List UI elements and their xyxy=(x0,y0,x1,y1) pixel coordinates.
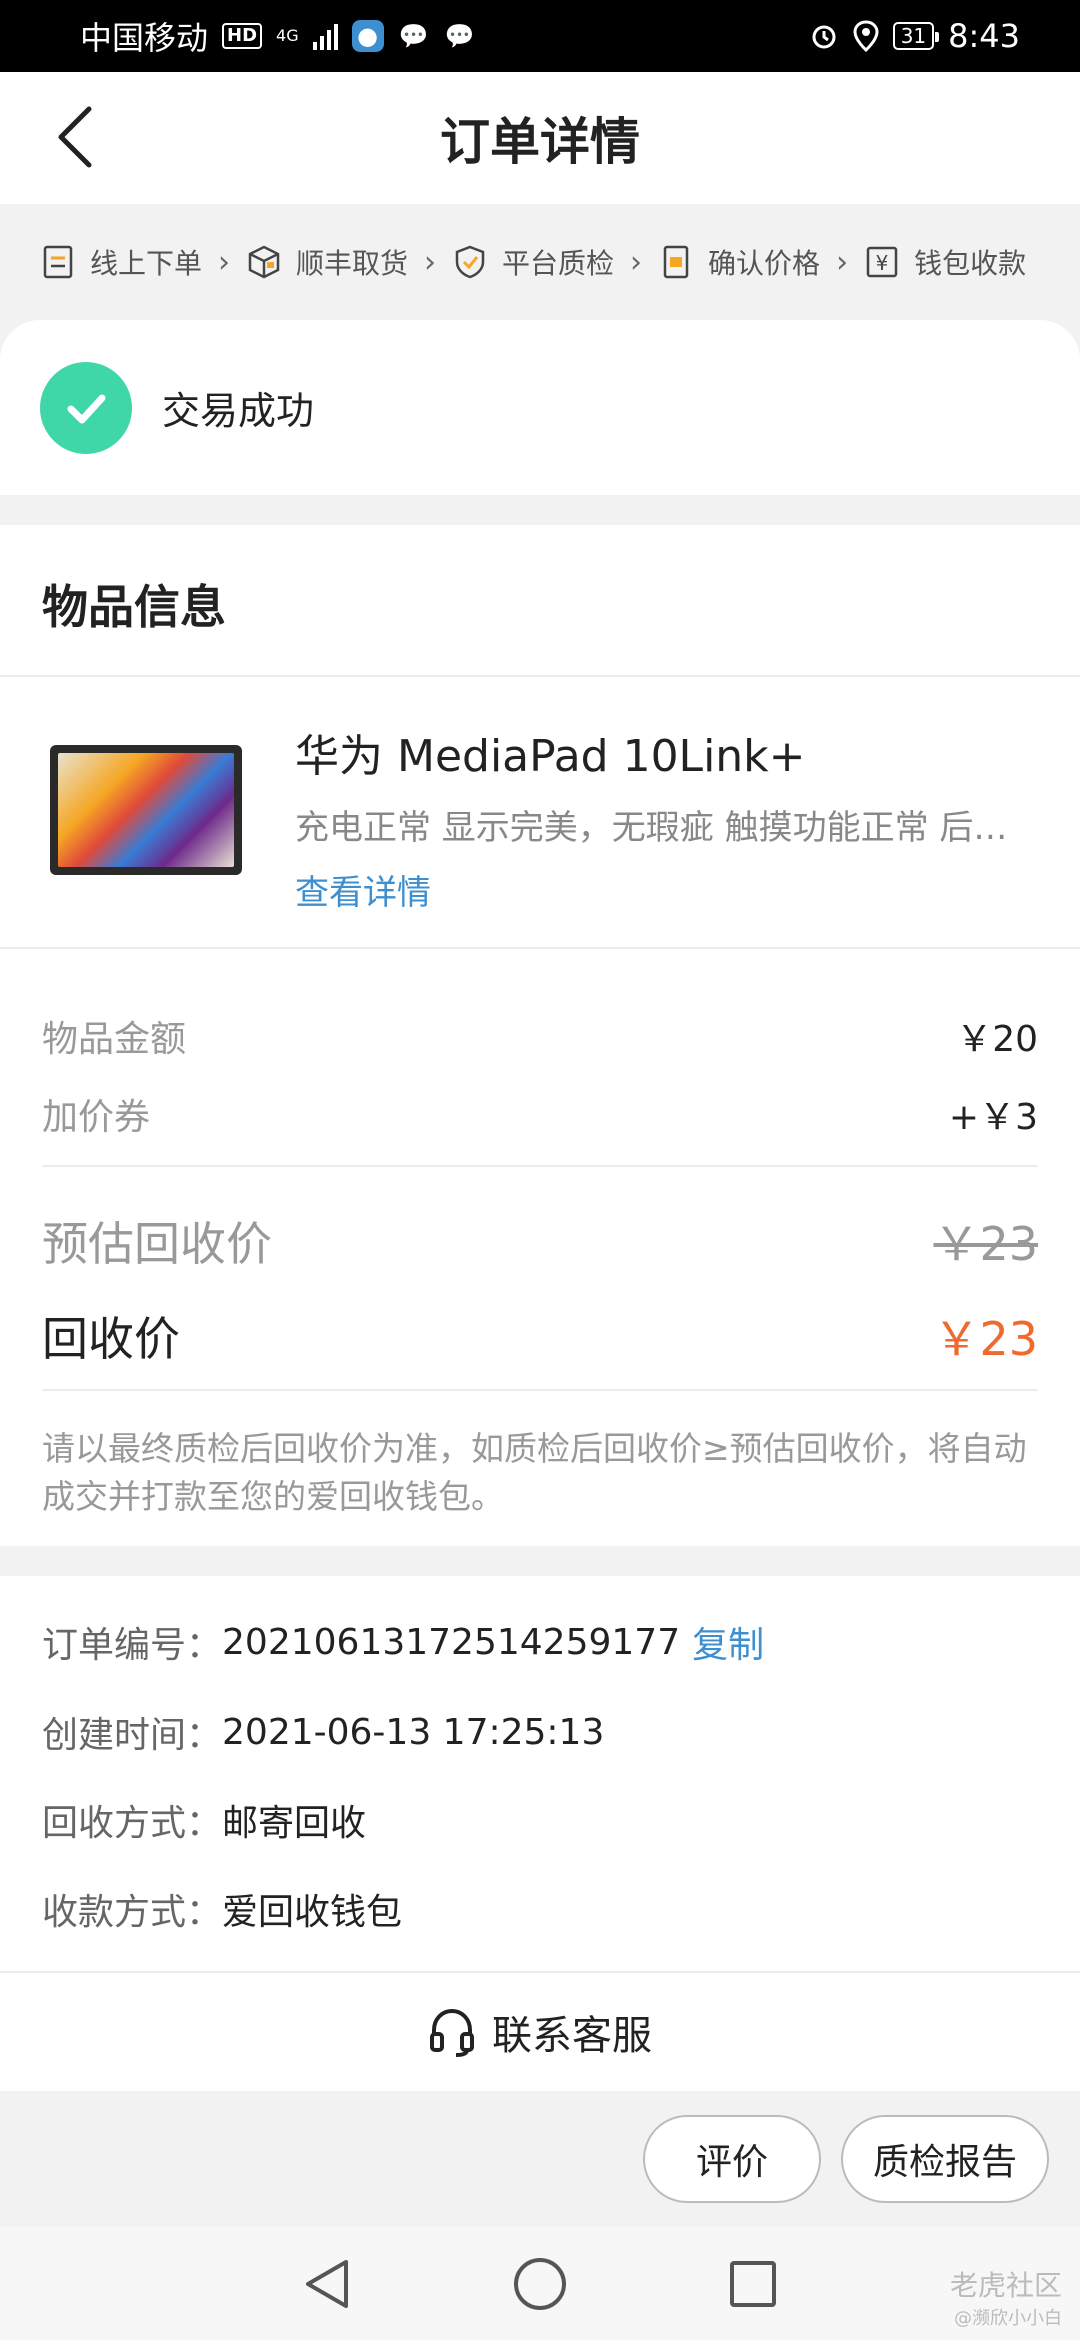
battery-icon: 31 xyxy=(892,22,940,50)
coupon-row: 加价券 +￥3 xyxy=(42,1088,1038,1140)
divider xyxy=(42,1165,1038,1167)
payment-method-row: 收款方式： 爱回收钱包 xyxy=(42,1883,402,1935)
divider xyxy=(0,947,1080,949)
step-inspection: 平台质检 xyxy=(452,242,614,282)
wechat-icon-2: 💬 xyxy=(444,22,475,50)
final-price-label: 回收价 xyxy=(42,1312,180,1366)
system-nav-bar: 老虎社区 @濒欣小小白 xyxy=(0,2227,1080,2340)
product-info-card: 物品信息 华为 MediaPad 10Link+ 充电正常 显示完美，无瑕疵 触… xyxy=(0,525,1080,1546)
estimated-price-label: 预估回收价 xyxy=(42,1217,272,1271)
back-button[interactable] xyxy=(40,102,110,172)
section-title: 物品信息 xyxy=(42,580,226,634)
tablet-screen xyxy=(58,753,234,867)
estimated-price-row: 预估回收价 ￥23 xyxy=(42,1208,1038,1274)
carrier-name: 中国移动 xyxy=(80,19,209,57)
inspection-report-button[interactable]: 质检报告 xyxy=(841,2115,1049,2203)
status-bar-right: 31 8:43 xyxy=(809,17,1020,55)
product-image[interactable] xyxy=(50,745,242,875)
step-label: 平台质检 xyxy=(502,247,615,280)
step-label: 钱包收款 xyxy=(914,247,1027,280)
location-icon xyxy=(853,20,879,52)
step-label: 顺丰取货 xyxy=(296,247,409,280)
page-title: 订单详情 xyxy=(440,113,640,171)
check-circle-icon xyxy=(40,361,132,454)
clock: 8:43 xyxy=(948,17,1020,55)
svg-text:¥: ¥ xyxy=(876,251,889,275)
recycle-method-row: 回收方式： 邮寄回收 xyxy=(42,1794,366,1846)
status-bar-left: 中国移动 HD 4G ● 💬 💬 xyxy=(80,13,476,59)
divider xyxy=(0,675,1080,677)
created-time-value: 2021-06-13 17:25:13 xyxy=(222,1711,605,1753)
hd-badge: HD xyxy=(222,23,263,49)
nav-home-icon[interactable] xyxy=(512,2256,568,2312)
check-icon xyxy=(67,394,106,423)
order-number-value: 20210613172514259177 xyxy=(222,1621,681,1663)
product-name: 华为 MediaPad 10Link+ xyxy=(295,731,806,782)
chevron-right-icon: › xyxy=(630,244,643,280)
final-price-value: ￥23 xyxy=(933,1312,1038,1366)
status-text: 交易成功 xyxy=(162,389,315,433)
copy-button[interactable]: 复制 xyxy=(692,1616,764,1668)
review-button[interactable]: 评价 xyxy=(643,2115,821,2203)
recycle-method-label: 回收方式： xyxy=(42,1803,223,1844)
created-time-label: 创建时间： xyxy=(42,1715,223,1756)
alarm-icon xyxy=(812,25,836,49)
chevron-right-icon: › xyxy=(424,244,437,280)
item-amount-value: ￥20 xyxy=(956,1019,1038,1060)
step-order-online: 线上下单 xyxy=(40,242,202,282)
yen-wallet-icon: ¥ xyxy=(866,246,898,278)
price-tag-icon xyxy=(663,245,689,279)
divider xyxy=(42,1389,1038,1391)
chevron-right-icon: › xyxy=(836,244,849,280)
step-label: 线上下单 xyxy=(90,247,203,280)
payment-method-value: 爱回收钱包 xyxy=(222,1892,403,1933)
created-time-row: 创建时间： 2021-06-13 17:25:13 xyxy=(42,1706,604,1758)
order-info-card: 订单编号： 20210613172514259177 复制 创建时间： 2021… xyxy=(0,1576,1080,1971)
watermark-sub: @濒欣小小白 xyxy=(954,2308,1062,2329)
price-note: 请以最终质检后回收价为准，如质检后回收价≥预估回收价，将自动成交并打款至您的爱回… xyxy=(42,1429,1027,1516)
status-bar: 中国移动 HD 4G ● 💬 💬 31 8:43 xyxy=(0,0,1080,72)
coupon-label: 加价券 xyxy=(42,1097,151,1138)
nav-recents-icon[interactable] xyxy=(728,2259,778,2309)
browser-app-icon: ● xyxy=(351,20,384,52)
step-wallet: ¥ 钱包收款 xyxy=(864,242,1026,282)
contact-service-button[interactable]: 联系客服 xyxy=(0,1971,1080,2091)
contact-service-label: 联系客服 xyxy=(492,2013,652,2059)
watermark: 老虎社区 @濒欣小小白 xyxy=(950,2264,1062,2330)
step-confirm-price: 确认价格 xyxy=(658,242,820,282)
step-pickup: 顺丰取货 xyxy=(246,242,408,282)
order-number-label: 订单编号： xyxy=(42,1625,223,1666)
progress-steps: 线上下单 › 顺丰取货 › 平台质检 › 确认价格 › ¥ 钱包收款 xyxy=(0,204,1080,320)
final-price-row: 回收价 ￥23 xyxy=(42,1303,1038,1369)
wechat-icon: 💬 xyxy=(398,22,429,50)
view-details-link[interactable]: 查看详情 xyxy=(295,865,431,914)
watermark-main: 老虎社区 xyxy=(949,2269,1062,2302)
product-description: 充电正常 显示完美，无瑕疵 触摸功能正常 后… xyxy=(295,808,1008,848)
nav-back-icon[interactable] xyxy=(302,2256,352,2312)
item-amount-label: 物品金额 xyxy=(42,1019,187,1060)
chevron-left-icon xyxy=(58,106,92,168)
transaction-status-card: 交易成功 xyxy=(0,320,1080,495)
document-icon xyxy=(43,245,73,279)
estimated-price-value: ￥23 xyxy=(933,1217,1038,1271)
step-label: 确认价格 xyxy=(708,247,821,280)
coupon-value: +￥3 xyxy=(948,1097,1038,1138)
signal-icon xyxy=(312,22,338,50)
item-amount-row: 物品金额 ￥20 xyxy=(42,1010,1038,1062)
network-type: 4G xyxy=(276,26,299,45)
bottom-action-bar: 评价 质检报告 xyxy=(0,2091,1080,2227)
payment-method-label: 收款方式： xyxy=(42,1892,223,1933)
app-header: 订单详情 xyxy=(0,72,1080,204)
recycle-method-value: 邮寄回收 xyxy=(222,1803,367,1844)
package-icon xyxy=(248,245,280,279)
shield-check-icon xyxy=(455,245,485,279)
headset-icon xyxy=(430,2008,474,2057)
order-number-row: 订单编号： 20210613172514259177 复制 xyxy=(42,1616,764,1668)
chevron-right-icon: › xyxy=(218,244,231,280)
